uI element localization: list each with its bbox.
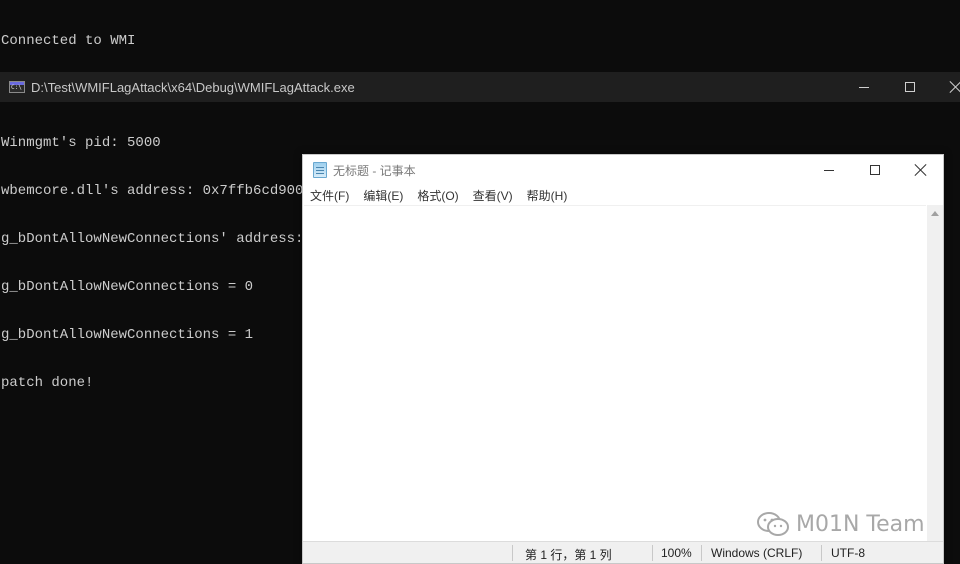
maximize-button[interactable]	[887, 72, 933, 102]
close-icon	[950, 81, 960, 93]
watermark: M01N Team	[756, 508, 925, 540]
background-console-output: Connected to WMI	[0, 0, 960, 72]
console-line: Winmgmt's pid: 5000	[1, 135, 161, 151]
notepad-menu-bar: 文件(F) 编辑(E) 格式(O) 查看(V) 帮助(H)	[303, 185, 943, 205]
notepad-title-bar[interactable]: 无标题 - 记事本	[303, 155, 943, 185]
status-separator	[821, 545, 822, 561]
menu-view[interactable]: 查看(V)	[469, 187, 517, 204]
status-zoom: 100%	[661, 546, 692, 560]
menu-format[interactable]: 格式(O)	[413, 187, 462, 204]
notepad-status-bar: 第 1 行，第 1 列 100% Windows (CRLF) UTF-8	[303, 541, 943, 563]
notepad-window[interactable]: 无标题 - 记事本 文件(F) 编辑(E) 格式(O) 查看(V) 帮助(H) …	[302, 154, 944, 564]
console-title-bar[interactable]: D:\Test\WMIFLagAttack\x64\Debug\WMIFLagA…	[0, 72, 960, 102]
notepad-maximize-button[interactable]	[852, 155, 898, 185]
arrow-up-icon	[931, 210, 939, 216]
maximize-icon	[870, 165, 880, 175]
menu-file[interactable]: 文件(F)	[306, 187, 353, 204]
vertical-scrollbar[interactable]	[927, 205, 943, 541]
minimize-icon	[859, 86, 869, 88]
status-separator	[701, 545, 702, 561]
notepad-icon	[313, 162, 327, 178]
close-button[interactable]	[933, 72, 960, 102]
status-separator	[652, 545, 653, 561]
status-separator	[512, 545, 513, 561]
notepad-title: 无标题 - 记事本	[333, 163, 416, 178]
background-console-line: Connected to WMI	[1, 33, 136, 49]
scroll-up-button[interactable]	[927, 205, 943, 221]
menu-help[interactable]: 帮助(H)	[523, 187, 572, 204]
notepad-text-area[interactable]	[304, 205, 926, 541]
close-icon	[915, 164, 927, 176]
status-cursor-position: 第 1 行，第 1 列	[525, 548, 612, 562]
minimize-icon	[824, 169, 834, 171]
notepad-close-button[interactable]	[898, 155, 944, 185]
notepad-minimize-button[interactable]	[806, 155, 852, 185]
minimize-button[interactable]	[841, 72, 887, 102]
watermark-text: M01N Team	[796, 511, 925, 537]
wechat-logo-icon	[757, 512, 789, 536]
status-line-ending: Windows (CRLF)	[711, 546, 803, 560]
menu-edit[interactable]: 编辑(E)	[359, 187, 407, 204]
console-icon	[9, 81, 25, 93]
maximize-icon	[905, 82, 915, 92]
status-encoding: UTF-8	[831, 546, 865, 560]
console-title: D:\Test\WMIFLagAttack\x64\Debug\WMIFLagA…	[31, 79, 355, 95]
